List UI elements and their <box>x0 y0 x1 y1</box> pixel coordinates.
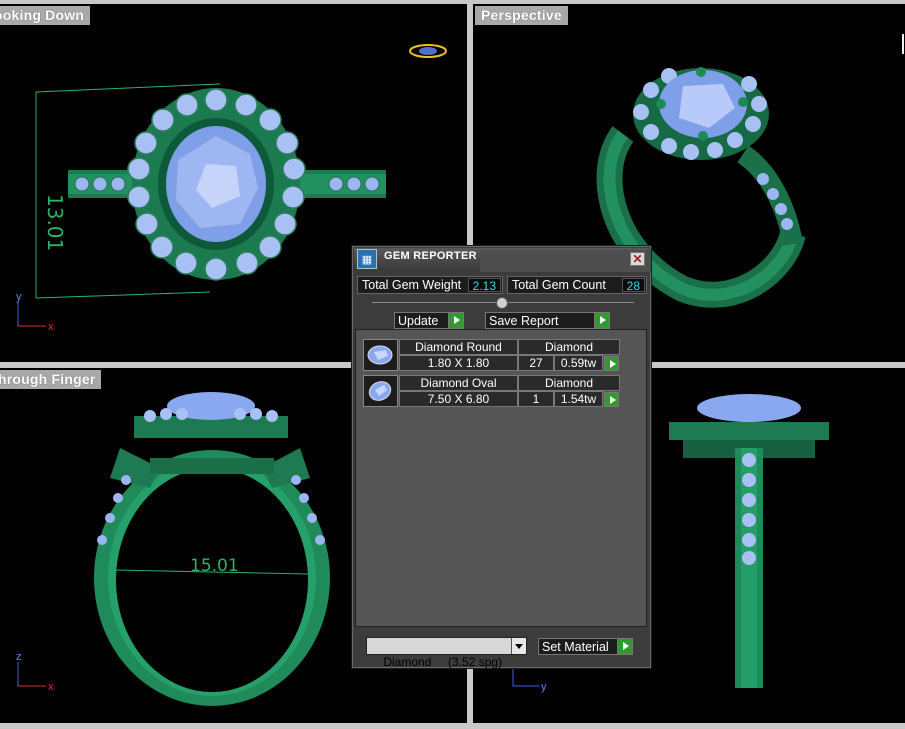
axis-y-label: y <box>16 291 22 303</box>
total-gem-weight: Total Gem Weight 2.13 <box>357 276 503 294</box>
gem-reporter-panel[interactable]: ▦ GEM REPORTER ✕ Total Gem Weight 2.13 T… <box>351 245 652 669</box>
gem-detail-arrow-icon[interactable] <box>604 356 619 371</box>
material-select-value: Diamond (3.52 spg) <box>383 655 503 669</box>
save-report-button-label: Save Report <box>489 313 559 328</box>
viewport-label-perspective: Perspective <box>475 6 568 25</box>
gem-material: Diamond <box>518 339 620 355</box>
axis-x-label-front: x <box>48 681 54 693</box>
gem-weight: 1.54tw <box>554 391 603 407</box>
gem-reporter-title: GEM REPORTER <box>384 250 477 262</box>
close-icon[interactable]: ✕ <box>630 252 645 266</box>
gem-name: Diamond Round <box>399 339 518 355</box>
total-gem-count-label: Total Gem Count <box>512 278 606 292</box>
material-select[interactable]: Diamond (3.52 spg) <box>366 637 527 669</box>
gem-count: 27 <box>518 355 554 371</box>
gem-name: Diamond Oval <box>399 375 518 391</box>
gem-material: Diamond <box>518 375 620 391</box>
set-material-button-label: Set Material <box>542 639 609 654</box>
play-arrow-icon <box>594 313 609 328</box>
gem-reporter-icon: ▦ <box>357 249 377 269</box>
round-gem-thumbnail-icon <box>363 339 398 371</box>
gem-list[interactable]: Diamond Round Diamond 1.80 X 1.80 27 0.5… <box>355 329 647 627</box>
gem-detail-arrow-icon[interactable] <box>604 392 619 407</box>
gem-weight: 0.59tw <box>554 355 603 371</box>
viewport-label-looking-down: ooking Down <box>0 6 91 25</box>
gem-size: 1.80 X 1.80 <box>399 355 518 371</box>
gem-row-diamond-oval[interactable]: Diamond Oval Diamond 7.50 X 6.80 1 1.54t… <box>363 375 622 407</box>
gem-size: 7.50 X 6.80 <box>399 391 518 407</box>
play-arrow-icon <box>617 639 632 654</box>
total-gem-count: Total Gem Count 28 <box>507 276 647 294</box>
gem-reporter-titlebar[interactable]: ▦ GEM REPORTER ✕ <box>354 248 651 272</box>
save-report-button[interactable]: Save Report <box>485 312 610 329</box>
set-material-button[interactable]: Set Material <box>538 638 633 655</box>
axis-z-label: z <box>16 651 22 663</box>
oval-gem-thumbnail-icon <box>363 375 398 407</box>
viewport-label-through-finger: hrough Finger <box>0 370 102 389</box>
gem-row-diamond-round[interactable]: Diamond Round Diamond 1.80 X 1.80 27 0.5… <box>363 339 622 371</box>
gem-count: 1 <box>518 391 554 407</box>
total-gem-weight-value: 2.13 <box>467 278 501 293</box>
dimension-label-top: 13.01 <box>43 194 67 251</box>
update-button-label: Update <box>398 313 439 328</box>
play-arrow-icon <box>448 313 463 328</box>
update-button[interactable]: Update <box>394 312 464 329</box>
axis-y-label-side: y <box>541 681 547 693</box>
splitter-handle[interactable] <box>496 297 508 309</box>
axis-x-label: x <box>48 321 54 333</box>
dimension-label-front: 15.01 <box>190 556 239 576</box>
titlebar-shade <box>480 250 651 272</box>
total-gem-weight-label: Total Gem Weight <box>362 278 462 292</box>
total-gem-count-value: 28 <box>621 278 645 293</box>
chevron-down-icon[interactable] <box>511 638 526 654</box>
